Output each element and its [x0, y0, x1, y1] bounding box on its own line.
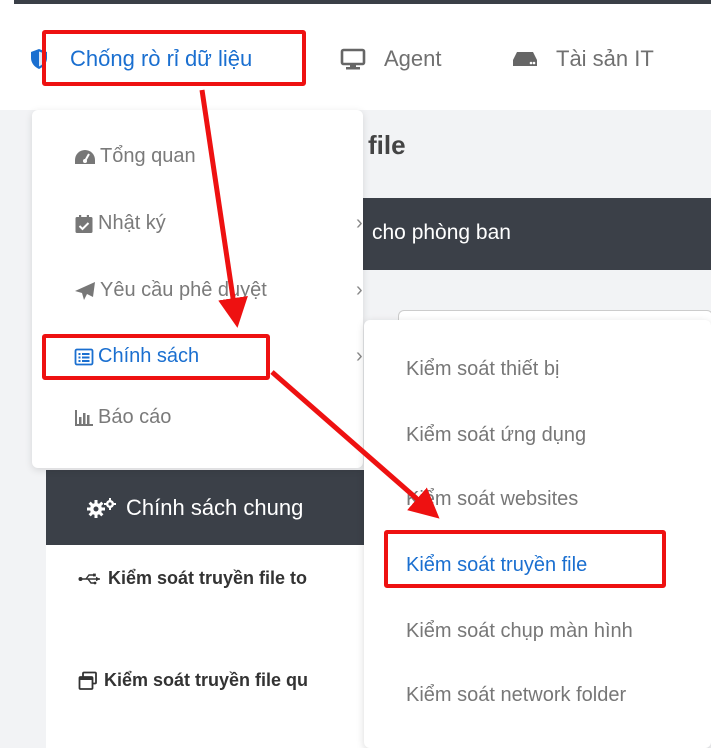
arrow-policy-to-file-transfer [270, 370, 440, 519]
annotation-arrows [199, 89, 440, 519]
arrow-dlp-to-policy [199, 89, 248, 328]
